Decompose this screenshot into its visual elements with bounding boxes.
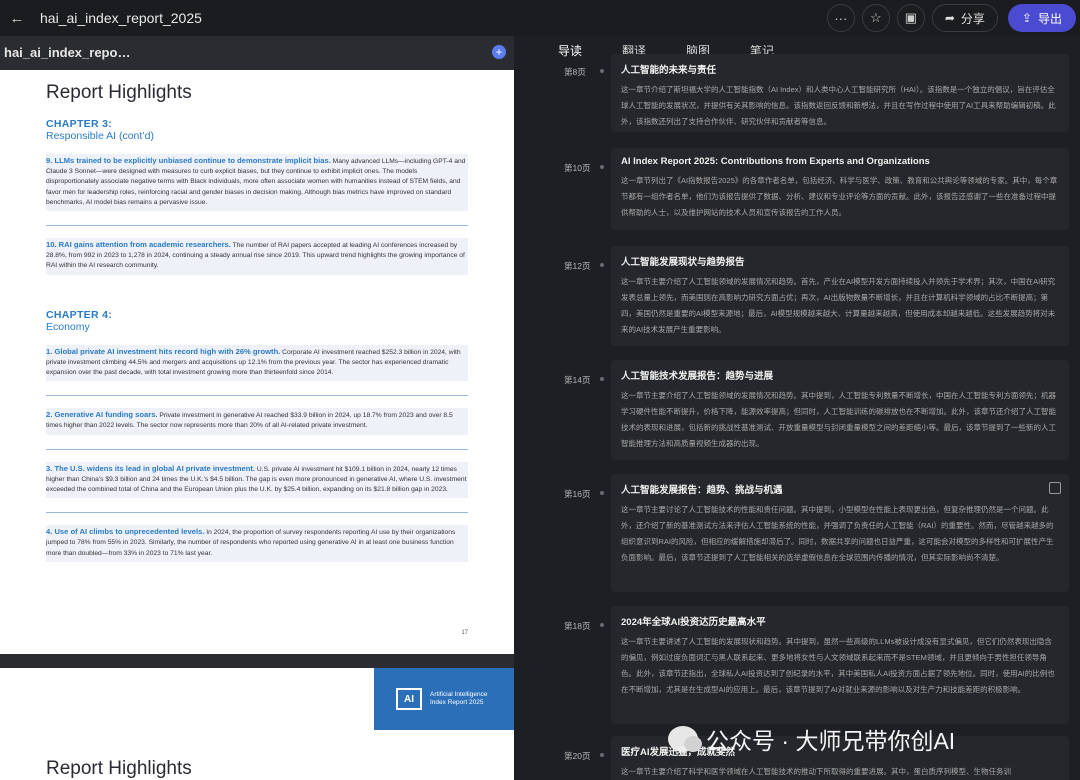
page-label: 第12页 xyxy=(564,261,591,271)
chapter4-subtitle: Economy xyxy=(46,320,90,333)
page-heading: Report Highlights xyxy=(46,758,192,779)
plus-icon[interactable]: + xyxy=(492,45,506,59)
timeline-dot xyxy=(600,753,604,757)
ai-logo: AI xyxy=(396,688,422,710)
timeline-dot xyxy=(600,623,604,627)
timeline-dot xyxy=(600,69,604,73)
chapter3-subtitle: Responsible AI (cont’d) xyxy=(46,130,154,142)
upload-icon: ⇪ xyxy=(1021,11,1032,25)
report-badge: AI Artificial Intelligence Index Report … xyxy=(374,668,514,730)
card-body: 这一章节主要介绍了科学和医学领域在人工智能技术的推动下所取得的重要进展。其中，蛋… xyxy=(621,767,1011,776)
page-label: 第20页 xyxy=(564,751,591,761)
card-body: 这一章节主要介绍了人工智能领域的发展情况和趋势。其中提到，人工智能专利数量不断增… xyxy=(621,391,1056,448)
timeline-dot xyxy=(600,165,604,169)
tab-guide[interactable]: 导读 xyxy=(558,42,582,59)
card-body: 这一章节介绍了斯坦福大学的人工智能指数（AI Index）和人类中心人工智能研究… xyxy=(621,85,1056,126)
chapter4-title: CHAPTER 4: xyxy=(46,308,113,321)
pdf-page-17: Report Highlights CHAPTER 3: Responsible… xyxy=(0,70,514,654)
pdf-page-18: AI Artificial Intelligence Index Report … xyxy=(0,668,514,780)
star-icon[interactable]: ☆ xyxy=(861,4,890,32)
chapter3-title: CHAPTER 3: xyxy=(46,118,113,130)
highlight-item-9: 9. LLMs trained to be explicitly unbiase… xyxy=(46,154,468,212)
export-label: 导出 xyxy=(1037,11,1062,26)
card-title: 2024年全球AI投资达历史最高水平 xyxy=(621,617,766,628)
copy-icon[interactable] xyxy=(1049,482,1061,494)
arrow-left-icon[interactable]: ← xyxy=(2,6,32,30)
wechat-icon xyxy=(668,726,702,752)
item-title: 10. RAI gains attention from academic re… xyxy=(46,240,231,250)
summary-card[interactable]: 人工智能技术发展报告：趋势与进展 这一章节主要介绍了人工智能领域的发展情况和趋势… xyxy=(611,360,1069,460)
economy-item-2: 2. Generative AI funding soars. Private … xyxy=(46,408,468,435)
card-body: 这一章节主要讨论了人工智能技术的性能和责任问题。其中提到，小型模型在性能上表现更… xyxy=(621,505,1054,562)
export-button[interactable]: ⇪ 导出 xyxy=(1007,4,1076,32)
badge-line1: Artificial Intelligence xyxy=(430,690,488,698)
doc-name: hai_ai_index_repo… xyxy=(4,44,131,60)
summary-card[interactable]: 人工智能发展报告：趋势、挑战与机遇 这一章节主要讨论了人工智能技术的性能和责任问… xyxy=(611,474,1069,592)
card-title: 人工智能的未来与责任 xyxy=(621,65,717,76)
item-title: 2. Generative AI funding soars. xyxy=(46,410,158,420)
item-title: 1. Global private AI investment hits rec… xyxy=(46,346,281,356)
item-title: 9. LLMs trained to be explicitly unbiase… xyxy=(46,156,331,165)
summary-card[interactable]: 2024年全球AI投资达历史最高水平 这一章节主要讲述了人工智能的发展现状和趋势… xyxy=(611,606,1069,724)
summary-card[interactable]: 人工智能的未来与责任 这一章节介绍了斯坦福大学的人工智能指数（AI Index）… xyxy=(611,54,1069,132)
item-title: 3. The U.S. widens its lead in global AI… xyxy=(46,463,256,473)
watermark: 公众号 · 大师兄带你创AI xyxy=(668,722,955,756)
timeline-dot xyxy=(600,263,604,267)
top-bar: ← hai_ai_index_report_2025 ··· ☆ ▣ ➦ 分享 … xyxy=(0,0,1080,36)
page-number: 17 xyxy=(461,630,468,636)
more-icon[interactable]: ··· xyxy=(826,4,855,32)
summary-card[interactable]: AI Index Report 2025: Contributions from… xyxy=(611,148,1069,230)
page-label: 第14页 xyxy=(564,375,591,385)
card-title: AI Index Report 2025: Contributions from… xyxy=(621,156,930,167)
divider xyxy=(46,225,468,227)
card-title: 人工智能发展现状与趋势报告 xyxy=(621,257,745,268)
share-button[interactable]: ➦ 分享 xyxy=(931,4,998,32)
divider xyxy=(46,512,468,514)
economy-item-1: 1. Global private AI investment hits rec… xyxy=(46,344,468,382)
card-body: 这一章节主要讲述了人工智能的发展现状和趋势。其中提到，虽然一些高级的LLMs被设… xyxy=(621,637,1055,694)
card-body: 这一章节列出了《AI指数报告2025》的各章作者名单，包括经济、科学与医学、政策… xyxy=(621,176,1058,217)
badge-text: Artificial Intelligence Index Report 202… xyxy=(430,691,487,708)
share-icon: ➦ xyxy=(944,11,955,25)
pdf-viewer[interactable]: hai_ai_index_repo… + Report Highlights C… xyxy=(0,36,514,780)
divider xyxy=(46,448,468,450)
summary-card[interactable]: 人工智能发展现状与趋势报告 这一章节主要介绍了人工智能领域的发展情况和趋势。首先… xyxy=(611,246,1069,346)
save-icon[interactable]: ▣ xyxy=(896,4,925,32)
document-title: hai_ai_index_report_2025 xyxy=(40,10,202,26)
divider xyxy=(46,395,468,397)
page-heading: Report Highlights xyxy=(46,82,192,103)
item-title: 4. Use of AI climbs to unprecedented lev… xyxy=(46,527,205,537)
highlight-item-10: 10. RAI gains attention from academic re… xyxy=(46,238,468,275)
timeline-dot xyxy=(600,491,604,495)
page-label: 第10页 xyxy=(564,163,591,173)
page-label: 第8页 xyxy=(564,67,586,77)
pdf-header: hai_ai_index_repo… + xyxy=(0,36,514,68)
item-body: Many advanced LLMs—including GPT-4 and C… xyxy=(46,158,466,206)
card-title: 人工智能发展报告：趋势、挑战与机遇 xyxy=(621,485,783,496)
economy-item-3: 3. The U.S. widens its lead in global AI… xyxy=(46,461,468,499)
page-label: 第16页 xyxy=(564,489,591,499)
card-title: 人工智能技术发展报告：趋势与进展 xyxy=(621,371,774,382)
page-label: 第18页 xyxy=(564,621,591,631)
economy-item-4: 4. Use of AI climbs to unprecedented lev… xyxy=(46,525,468,562)
badge-line2: Index Report 2025 xyxy=(430,699,484,706)
card-body: 这一章节主要介绍了人工智能领域的发展情况和趋势。首先，产业在AI模型开发方面持续… xyxy=(621,277,1056,334)
watermark-text: 公众号 · 大师兄带你创AI xyxy=(706,728,956,754)
summary-panel: 导读 翻译 脑图 笔记 第8页 人工智能的未来与责任 这一章节介绍了斯坦福大学的… xyxy=(514,36,1080,780)
timeline-dot xyxy=(600,377,604,381)
share-label: 分享 xyxy=(960,11,985,26)
